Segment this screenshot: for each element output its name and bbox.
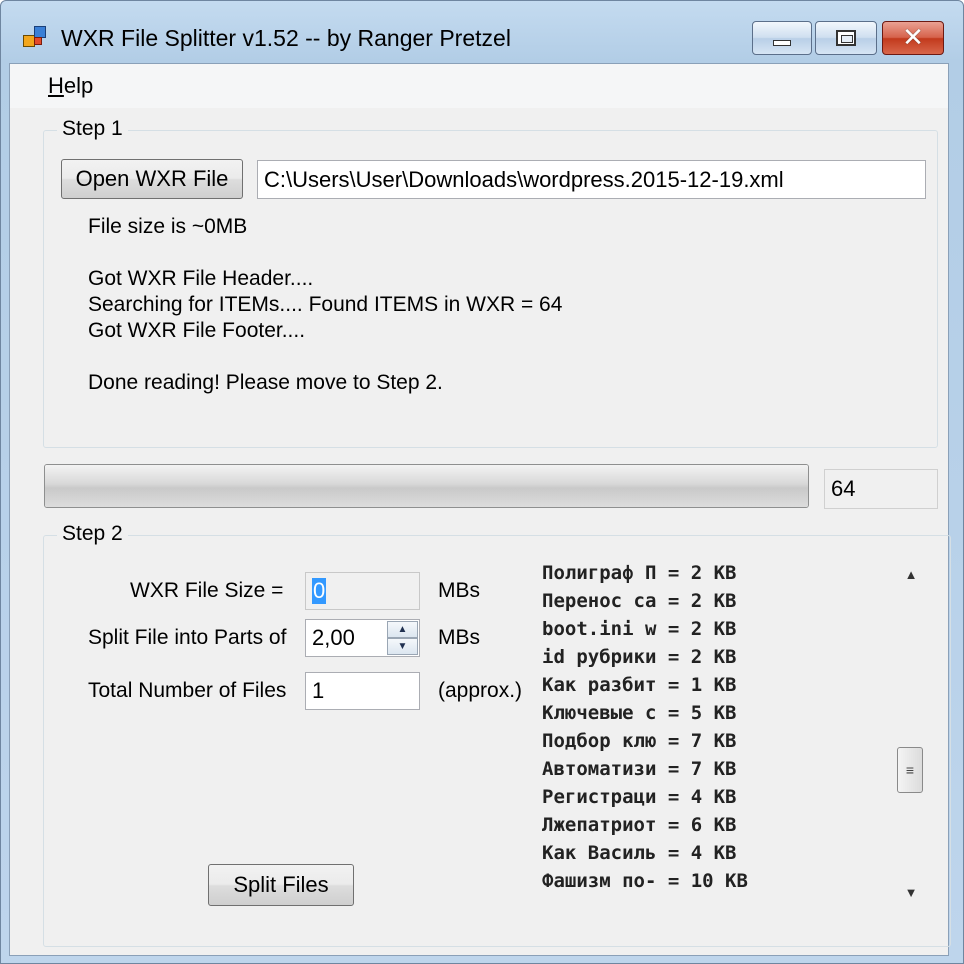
- log-line: Done reading! Please move to Step 2.: [88, 371, 443, 394]
- window-title: WXR File Splitter v1.52 -- by Ranger Pre…: [61, 25, 511, 51]
- list-item[interactable]: Перенос са = 2 KB: [542, 590, 736, 612]
- maximize-icon: [836, 30, 856, 46]
- close-icon: ✕: [902, 23, 924, 53]
- status-log: File size is ~0MB Got WXR File Header...…: [88, 214, 562, 396]
- client-area: Help Step 1 Open WXR File C:\Users\User\…: [9, 63, 951, 956]
- approx-label: (approx.): [438, 679, 523, 702]
- list-item[interactable]: Ключевые с = 5 KB: [542, 702, 736, 724]
- list-item[interactable]: Регистраци = 4 KB: [542, 786, 736, 808]
- split-parts-label: Split File into Parts of: [88, 626, 287, 649]
- progress-bar: [44, 464, 809, 508]
- maximize-button[interactable]: [815, 21, 877, 55]
- wxr-file-size-field[interactable]: 0: [305, 572, 420, 610]
- log-line: Got WXR File Footer....: [88, 319, 306, 342]
- spin-down-button[interactable]: ▼: [387, 638, 418, 655]
- chevron-down-icon: ▼: [397, 641, 408, 652]
- step2-legend: Step 2: [57, 522, 128, 546]
- total-files-label: Total Number of Files: [88, 679, 287, 702]
- minimize-icon: [773, 40, 791, 46]
- grip-icon: ≡: [905, 762, 915, 778]
- list-item[interactable]: Автоматизи = 7 KB: [542, 758, 736, 780]
- progress-fill: [45, 465, 808, 507]
- wxr-file-size-label: WXR File Size =: [130, 579, 284, 602]
- list-item[interactable]: Как Василь = 4 KB: [542, 842, 736, 864]
- size-unit-label: MBs: [438, 579, 480, 602]
- list-scrollbar[interactable]: ▲ ≡ ▼: [894, 562, 928, 908]
- log-line: Got WXR File Header....: [88, 267, 314, 290]
- spin-up-button[interactable]: ▲: [387, 621, 418, 638]
- menu-bar: Help: [10, 64, 948, 108]
- chevron-up-icon: ▲: [397, 624, 408, 635]
- list-item[interactable]: Полиграф П = 2 KB: [542, 562, 736, 584]
- split-preview-list[interactable]: Полиграф П = 2 KB Перенос са = 2 KB boot.i…: [532, 554, 927, 906]
- scroll-up-button[interactable]: ▲: [894, 562, 928, 586]
- list-item[interactable]: Подбор клю = 7 KB: [542, 730, 736, 752]
- log-line: Searching for ITEMs.... Found ITEMS in W…: [88, 293, 563, 316]
- list-item[interactable]: boot.ini w = 2 KB: [542, 618, 736, 640]
- total-files-field[interactable]: 1: [305, 672, 420, 710]
- list-item[interactable]: Как разбит = 1 KB: [542, 674, 736, 696]
- app-icon[interactable]: [23, 26, 49, 50]
- wxr-file-size-value: 0: [312, 578, 327, 604]
- menu-help[interactable]: Help: [48, 73, 93, 99]
- app-window: WXR File Splitter v1.52 -- by Ranger Pre…: [0, 0, 964, 964]
- scroll-thumb[interactable]: ≡: [897, 747, 923, 793]
- split-parts-spinner: ▲ ▼: [387, 621, 418, 655]
- open-wxr-file-button[interactable]: Open WXR File: [61, 159, 243, 199]
- step1-legend: Step 1: [57, 117, 128, 141]
- minimize-button[interactable]: [752, 21, 812, 55]
- parts-unit-label: MBs: [438, 626, 480, 649]
- scroll-down-icon: ▼: [904, 884, 918, 900]
- split-files-button[interactable]: Split Files: [208, 864, 354, 906]
- scroll-up-icon: ▲: [904, 566, 918, 582]
- file-path-input[interactable]: C:\Users\User\Downloads\wordpress.2015-1…: [257, 160, 926, 199]
- close-button[interactable]: ✕: [882, 21, 944, 55]
- list-item[interactable]: Лжепатриот = 6 KB: [542, 814, 736, 836]
- title-bar[interactable]: WXR File Splitter v1.52 -- by Ranger Pre…: [1, 1, 963, 63]
- log-line: File size is ~0MB: [88, 215, 248, 238]
- scroll-down-button[interactable]: ▼: [894, 880, 928, 904]
- list-item[interactable]: id рубрики = 2 KB: [542, 646, 736, 668]
- item-count: 64: [824, 469, 938, 509]
- list-item[interactable]: Фашизм по- = 10 KB: [542, 870, 748, 892]
